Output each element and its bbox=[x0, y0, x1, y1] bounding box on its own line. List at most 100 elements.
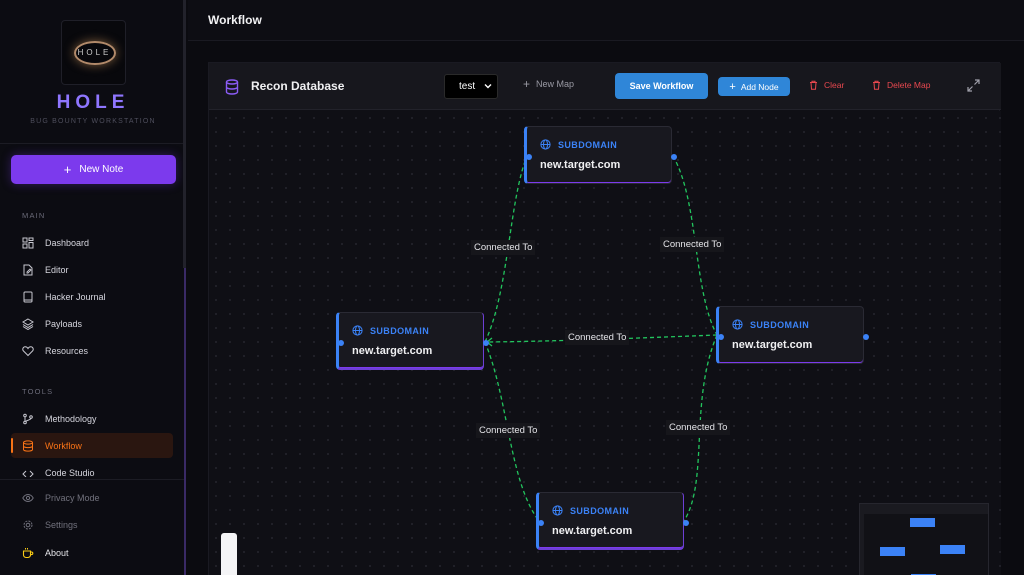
save-workflow-button[interactable]: Save Workflow bbox=[615, 73, 708, 99]
node-handle-right[interactable] bbox=[683, 520, 689, 526]
sidebar-item-label: Settings bbox=[45, 519, 78, 530]
app-root: HOLE HOLE BUG BOUNTY WORKSTATION + New N… bbox=[0, 0, 1024, 575]
plus-icon: + bbox=[523, 76, 531, 91]
node-type-label: SUBDOMAIN bbox=[370, 325, 430, 336]
page-title: Workflow bbox=[208, 13, 262, 27]
node-value: new.target.com bbox=[552, 525, 633, 537]
graph-node[interactable]: SUBDOMAIN new.target.com bbox=[336, 312, 489, 370]
gear-icon bbox=[23, 520, 33, 529]
node-handle-right[interactable] bbox=[483, 340, 489, 346]
globe-icon bbox=[552, 505, 563, 516]
clear-button[interactable]: Clear bbox=[809, 80, 844, 90]
node-type-label: SUBDOMAIN bbox=[570, 505, 630, 516]
node-type-label: SUBDOMAIN bbox=[750, 319, 810, 330]
node-handle-right[interactable] bbox=[671, 154, 677, 160]
globe-icon bbox=[540, 139, 551, 150]
sidebar-divider bbox=[0, 143, 186, 144]
graph-node[interactable]: SUBDOMAIN new.target.com bbox=[524, 126, 677, 184]
database-icon bbox=[23, 439, 33, 452]
sidebar-item-methodology[interactable]: Methodology bbox=[11, 406, 173, 431]
sidebar-item-label: Workflow bbox=[45, 440, 82, 451]
node-handle-left[interactable] bbox=[526, 154, 532, 160]
edge-label: Connected To bbox=[660, 237, 725, 252]
new-map-button[interactable]: + New Map bbox=[523, 76, 575, 91]
main-section-label: MAIN bbox=[22, 211, 46, 220]
trash-icon bbox=[873, 80, 880, 90]
edge-label: Connected To bbox=[666, 420, 731, 435]
workflow-title: Recon Database bbox=[251, 79, 345, 93]
node-handle-left[interactable] bbox=[538, 520, 544, 526]
edge-label: Connected To bbox=[476, 423, 541, 438]
sidebar-item-label: Methodology bbox=[45, 413, 97, 424]
node-type: SUBDOMAIN bbox=[732, 319, 809, 330]
trash-icon bbox=[810, 80, 817, 90]
heart-icon bbox=[22, 345, 34, 356]
delete-map-button[interactable]: Delete Map bbox=[872, 80, 930, 90]
graph-node[interactable]: SUBDOMAIN new.target.com bbox=[536, 492, 689, 550]
add-node-button[interactable]: + Add Node bbox=[718, 77, 790, 96]
node-handle-left[interactable] bbox=[718, 334, 724, 340]
sidebar-item-label: Editor bbox=[45, 264, 69, 275]
sidebar-item-payloads[interactable]: Payloads bbox=[11, 311, 173, 336]
plus-icon: + bbox=[63, 161, 72, 177]
node-handle-left[interactable] bbox=[338, 340, 344, 346]
node-value: new.target.com bbox=[732, 339, 813, 351]
sidebar-scrollbar[interactable] bbox=[183, 0, 186, 268]
sidebar: HOLE HOLE BUG BOUNTY WORKSTATION + New N… bbox=[0, 0, 186, 575]
node-value: new.target.com bbox=[540, 159, 621, 171]
expand-icon[interactable] bbox=[967, 79, 980, 92]
dashboard-icon bbox=[22, 237, 34, 248]
edge-label: Connected To bbox=[565, 330, 630, 345]
database-icon bbox=[225, 79, 239, 95]
node-handle-right[interactable] bbox=[863, 334, 869, 340]
globe-icon bbox=[732, 319, 743, 330]
top-header: Workflow bbox=[188, 0, 1024, 41]
new-note-button[interactable]: + New Note bbox=[11, 155, 176, 184]
edit-icon bbox=[23, 264, 33, 275]
workflow-toolbar: Recon Database test + New Map Save Workf… bbox=[209, 63, 1001, 110]
layers-icon bbox=[22, 317, 34, 330]
sidebar-item-hacker-journal[interactable]: Hacker Journal bbox=[11, 284, 173, 309]
sidebar-item-settings[interactable]: Settings bbox=[11, 512, 173, 537]
git-branch-icon bbox=[23, 413, 33, 424]
sidebar-item-code-studio[interactable]: Code Studio bbox=[11, 465, 173, 477]
logo-text: HOLE bbox=[77, 48, 112, 57]
new-map-label: New Map bbox=[536, 79, 575, 89]
add-node-label: Add Node bbox=[740, 81, 779, 92]
sidebar-item-resources[interactable]: Resources bbox=[11, 338, 173, 363]
sidebar-item-label: Payloads bbox=[45, 318, 83, 329]
brand-subtitle: BUG BOUNTY WORKSTATION bbox=[30, 118, 156, 125]
code-icon bbox=[22, 470, 34, 477]
app-logo[interactable]: HOLE bbox=[61, 20, 126, 85]
map-select-value: test bbox=[459, 81, 476, 92]
delete-map-label: Delete Map bbox=[887, 80, 931, 90]
brand-title: HOLE bbox=[56, 92, 130, 113]
minimap[interactable] bbox=[859, 503, 989, 575]
sidebar-item-dashboard[interactable]: Dashboard bbox=[11, 230, 173, 255]
edge-label: Connected To bbox=[471, 240, 536, 255]
sidebar-item-label: Hacker Journal bbox=[45, 291, 106, 302]
minimap-node bbox=[880, 547, 905, 556]
sidebar-item-about[interactable]: About bbox=[11, 540, 173, 565]
zoom-controls[interactable] bbox=[221, 533, 237, 575]
sidebar-item-editor[interactable]: Editor bbox=[11, 257, 173, 282]
graph-node[interactable]: SUBDOMAIN new.target.com bbox=[716, 306, 869, 364]
workflow-canvas[interactable]: Connected To Connected To Connected To C… bbox=[209, 111, 1001, 575]
globe-icon bbox=[352, 325, 363, 336]
node-type: SUBDOMAIN bbox=[540, 139, 617, 150]
eye-icon bbox=[22, 493, 34, 502]
tools-section-label: TOOLS bbox=[22, 387, 54, 396]
sidebar-footer-divider bbox=[0, 479, 184, 480]
sidebar-item-label: Resources bbox=[45, 345, 89, 356]
sidebar-item-workflow[interactable]: Workflow bbox=[11, 433, 173, 458]
sidebar-item-label: About bbox=[45, 547, 69, 558]
sidebar-item-privacy-mode[interactable]: Privacy Mode bbox=[11, 485, 173, 510]
map-select[interactable]: test bbox=[444, 74, 498, 99]
minimap-node bbox=[910, 518, 935, 527]
sidebar-item-label: Privacy Mode bbox=[45, 492, 100, 503]
new-note-label: New Note bbox=[79, 164, 124, 175]
sidebar-item-label: Code Studio bbox=[45, 468, 95, 477]
coffee-icon bbox=[22, 547, 34, 558]
node-type: SUBDOMAIN bbox=[552, 505, 629, 516]
node-type-label: SUBDOMAIN bbox=[558, 139, 618, 150]
